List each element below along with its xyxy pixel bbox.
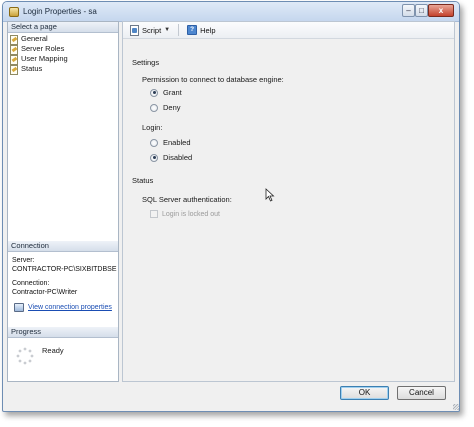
- page-item-label: Status: [21, 64, 43, 73]
- window-title: Login Properties - sa: [23, 7, 97, 16]
- help-icon: ?: [187, 25, 198, 35]
- help-button[interactable]: ? Help: [185, 24, 217, 37]
- script-label: Script: [142, 25, 162, 35]
- page-list: General Server Roles User Mapping Status: [10, 34, 68, 75]
- grant-label: Grant: [163, 88, 182, 97]
- disabled-radio[interactable]: Disabled: [150, 153, 192, 162]
- page-item-label: General: [21, 34, 48, 43]
- minimize-button[interactable]: –: [402, 4, 415, 17]
- cancel-button[interactable]: Cancel: [397, 386, 446, 400]
- properties-panel: Script ▼ ? Help Settings Permission to c…: [122, 21, 455, 382]
- title-bar[interactable]: Login Properties - sa – □ x: [3, 2, 459, 22]
- mouse-cursor-icon: [265, 188, 275, 202]
- chevron-down-icon[interactable]: ▼: [164, 27, 170, 33]
- enabled-radio[interactable]: Enabled: [150, 138, 191, 147]
- radio-button[interactable]: [150, 153, 158, 162]
- radio-button[interactable]: [150, 103, 158, 112]
- connection-value: Contractor-PC\Writer: [12, 289, 78, 296]
- connection-properties-icon: [14, 303, 24, 312]
- server-value: CONTRACTOR-PC\SIXBITDBSE: [12, 266, 117, 273]
- view-connection-properties-label: View connection properties: [28, 304, 112, 311]
- deny-label: Deny: [163, 103, 181, 112]
- help-label: Help: [200, 25, 216, 35]
- settings-heading: Settings: [132, 58, 160, 67]
- maximize-button[interactable]: □: [415, 4, 428, 17]
- radio-button[interactable]: [150, 138, 158, 147]
- page-item-label: User Mapping: [21, 54, 68, 63]
- progress-status: Ready: [42, 346, 64, 355]
- locked-out-label: Login is locked out: [162, 210, 220, 218]
- close-button[interactable]: x: [428, 4, 454, 17]
- view-connection-properties-link[interactable]: View connection properties: [14, 303, 112, 312]
- server-label: Server:: [12, 257, 35, 264]
- progress-header: Progress: [8, 327, 118, 338]
- page-icon: [10, 45, 18, 55]
- page-item-label: Server Roles: [21, 44, 65, 53]
- page-icon: [10, 65, 18, 75]
- locked-out-checkbox: Login is locked out: [150, 210, 220, 218]
- script-button[interactable]: Script ▼: [127, 24, 172, 37]
- toolbar-separator: [178, 24, 180, 36]
- connection-label: Connection:: [12, 280, 50, 287]
- page-item-status[interactable]: Status: [10, 64, 68, 75]
- connection-header: Connection: [8, 241, 118, 252]
- progress-spinner-icon: [16, 347, 34, 365]
- left-panel: Select a page General Server Roles User …: [7, 21, 119, 382]
- disabled-label: Disabled: [163, 153, 193, 162]
- deny-radio[interactable]: Deny: [150, 103, 181, 112]
- select-page-header: Select a page: [8, 22, 118, 33]
- page-item-general[interactable]: General: [10, 34, 68, 45]
- ok-button[interactable]: OK: [340, 386, 389, 400]
- checkbox-box: [150, 210, 158, 218]
- status-heading: Status: [132, 176, 154, 185]
- sql-auth-label: SQL Server authentication:: [142, 195, 232, 204]
- resize-grip-icon[interactable]: [453, 404, 459, 410]
- login-properties-window: Login Properties - sa – □ x Select a pag…: [2, 1, 460, 412]
- grant-radio[interactable]: Grant: [150, 88, 182, 97]
- radio-button[interactable]: [150, 88, 158, 97]
- script-icon: [129, 25, 139, 36]
- toolbar: Script ▼ ? Help: [123, 22, 454, 39]
- page-item-server-roles[interactable]: Server Roles: [10, 44, 68, 55]
- page-icon: [10, 35, 18, 45]
- page-item-user-mapping[interactable]: User Mapping: [10, 54, 68, 65]
- enabled-label: Enabled: [163, 138, 191, 147]
- page-icon: [10, 55, 18, 65]
- app-icon: [9, 7, 19, 17]
- login-label: Login:: [142, 123, 163, 132]
- permission-label: Permission to connect to database engine…: [142, 75, 284, 84]
